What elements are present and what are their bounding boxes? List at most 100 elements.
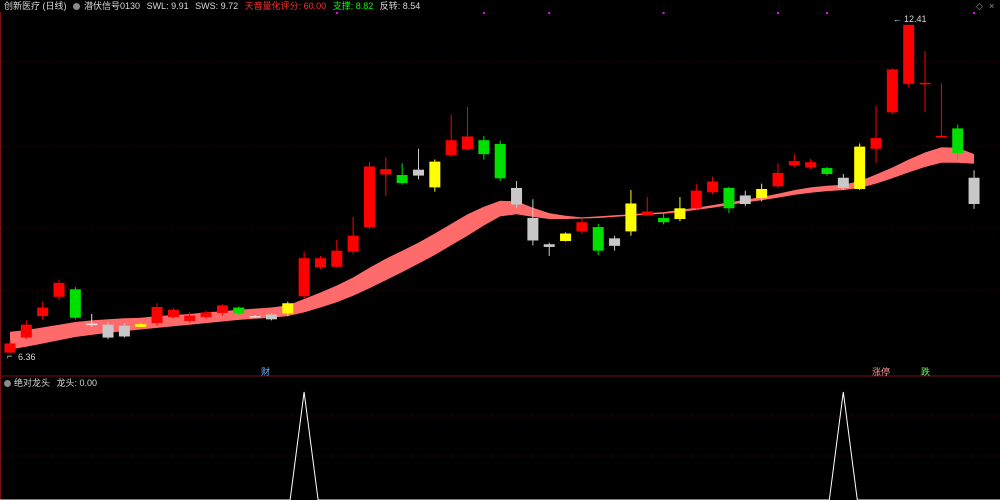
candle-body xyxy=(429,161,441,188)
candle-body xyxy=(805,162,817,168)
candle-body xyxy=(462,136,474,150)
candle-body xyxy=(854,146,866,189)
candle-body xyxy=(184,315,196,321)
candle-body xyxy=(560,233,572,242)
candle xyxy=(298,251,310,299)
diamond-icon[interactable]: ◇ xyxy=(976,0,983,12)
indicator-toggle-icon[interactable] xyxy=(73,3,81,11)
candle-body xyxy=(952,128,964,154)
candle-body xyxy=(37,307,49,317)
candle-body xyxy=(723,187,735,209)
candle-body xyxy=(20,324,32,338)
candle-body xyxy=(445,140,457,156)
candle-body xyxy=(707,181,719,193)
low-arrow-icon: ⌐ xyxy=(7,351,12,361)
candle-body xyxy=(658,217,670,223)
high-arrow-icon: ← xyxy=(893,14,902,24)
candle-body xyxy=(298,258,310,297)
candle-body xyxy=(216,305,228,313)
candle-body xyxy=(478,140,490,155)
candle-body xyxy=(935,135,947,138)
candle-body xyxy=(282,303,294,314)
candle-body xyxy=(543,244,555,247)
swl-value: SWL: 9.91 xyxy=(146,1,189,11)
main-header: 创新医疗 (日线) 潜伏信号0130 SWL: 9.91 SWS: 9.72 天… xyxy=(4,0,424,12)
candle xyxy=(560,232,572,242)
resistance-value: 反转: 8.54 xyxy=(379,1,421,11)
signal-marker xyxy=(482,12,485,14)
stock-title[interactable]: 创新医疗 (日线) xyxy=(4,1,67,11)
high-price-label: 12.41 xyxy=(904,14,927,24)
signal-marker xyxy=(776,12,779,14)
candle-body xyxy=(167,309,179,318)
candle-body xyxy=(331,250,343,267)
candle-body xyxy=(118,325,130,337)
candle-body xyxy=(200,312,212,318)
sub-indicator-name[interactable]: 绝对龙头 xyxy=(14,378,50,388)
candle xyxy=(854,143,866,191)
candle-body xyxy=(86,323,98,326)
sub-header: 绝对龙头 龙头: 0.00 xyxy=(4,377,97,389)
signal-marker xyxy=(662,12,665,14)
candle-body xyxy=(249,316,261,318)
support-value: 支撑: 8.82 xyxy=(332,1,374,11)
candle xyxy=(903,24,915,88)
candle-body xyxy=(919,82,931,85)
candle-body xyxy=(903,24,915,84)
candle xyxy=(592,223,604,255)
sub-indicator-toggle-icon[interactable] xyxy=(4,380,11,388)
candle-body xyxy=(527,217,539,241)
candle-body xyxy=(886,69,898,113)
candle-body xyxy=(494,143,506,179)
candle-body xyxy=(870,138,882,149)
low-price-label: 6.36 xyxy=(18,352,36,362)
candle-body xyxy=(396,175,408,184)
close-icon[interactable]: × xyxy=(989,0,994,12)
signal-marker xyxy=(826,12,828,14)
signal-marker xyxy=(548,12,551,14)
candle-body xyxy=(674,208,686,220)
sws-value: SWS: 9.72 xyxy=(195,1,239,11)
candle-body xyxy=(739,195,751,205)
chart-background xyxy=(0,0,1000,500)
candle-body xyxy=(788,161,800,166)
candle-body xyxy=(53,282,65,297)
candle-body xyxy=(690,190,702,209)
candle-body xyxy=(265,314,277,320)
event-die-label[interactable]: 跌 xyxy=(921,367,930,377)
candle-body xyxy=(511,187,523,205)
candle xyxy=(69,287,81,320)
candle-body xyxy=(363,166,375,228)
candle-body xyxy=(625,203,637,232)
candle-body xyxy=(592,227,604,251)
candle xyxy=(886,68,898,114)
candle-body xyxy=(347,235,359,252)
signal-marker xyxy=(973,12,976,14)
candle-body xyxy=(102,324,114,338)
candle-body xyxy=(69,289,81,318)
candle-body xyxy=(576,222,588,232)
indicator-name[interactable]: 潜伏信号0130 xyxy=(84,1,140,11)
candle xyxy=(494,140,506,181)
candle-body xyxy=(756,189,768,199)
candle xyxy=(363,162,375,230)
candle-body xyxy=(135,324,147,327)
candle-body xyxy=(233,307,245,314)
event-zhangting-label[interactable]: 涨停 xyxy=(872,366,890,377)
candle-body xyxy=(151,307,163,324)
candle xyxy=(429,159,441,192)
chart-canvas: 12.41 ← ⌐ 6.36 财 涨停 跌 xyxy=(0,0,1000,500)
candle-body xyxy=(821,168,833,174)
candle-body xyxy=(609,238,621,246)
candle-body xyxy=(641,211,653,216)
signal-marker xyxy=(335,12,338,14)
candle-body xyxy=(772,172,784,187)
candle-body xyxy=(314,258,326,268)
candle-body xyxy=(413,169,424,176)
event-cai-label[interactable]: 财 xyxy=(261,366,270,377)
candle-body xyxy=(968,177,980,205)
candle xyxy=(167,308,179,319)
candle-body xyxy=(837,177,849,188)
ai-score-value: 天音量化评分: 60.00 xyxy=(244,1,327,11)
sub-indicator-value: 龙头: 0.00 xyxy=(56,378,98,388)
